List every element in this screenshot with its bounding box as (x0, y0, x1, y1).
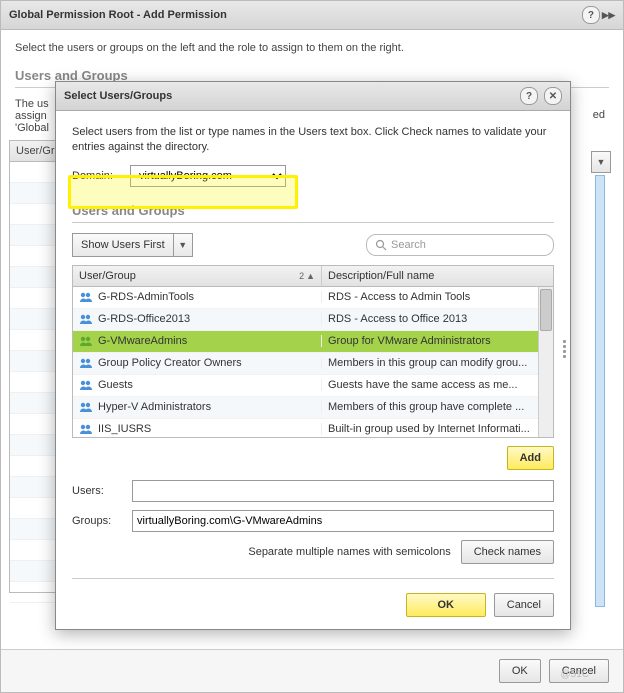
watermark: @51C (561, 669, 590, 680)
parent-dialog-title: Global Permission Root - Add Permission (9, 9, 227, 21)
truncated-text-right: ed (593, 109, 605, 121)
row-name: IIS_IUSRS (98, 423, 151, 435)
table-row[interactable]: Hyper-V Administrators Members of this gr… (73, 397, 553, 419)
dialog-instruction: Select users from the list or type names… (72, 125, 554, 155)
right-role-panel: ▼ (591, 151, 609, 611)
help-icon[interactable]: ? (582, 6, 600, 24)
row-description: Members in this group can modify grou... (322, 357, 553, 369)
table-row[interactable]: G-RDS-AdminTools RDS - Access to Admin To… (73, 287, 553, 309)
table-row[interactable]: G-RDS-Office2013 RDS - Access to Office 2… (73, 309, 553, 331)
group-icon (79, 335, 93, 347)
row-name: Group Policy Creator Owners (98, 357, 242, 369)
select-users-groups-dialog: Select Users/Groups ? ✕ Select users fro… (55, 81, 571, 630)
row-description: RDS - Access to Office 2013 (322, 313, 553, 325)
domain-label: Domain: (72, 170, 120, 182)
group-icon (79, 357, 93, 369)
dialog-title: Select Users/Groups (64, 90, 172, 102)
row-name: G-RDS-Office2013 (98, 313, 190, 325)
table-row[interactable]: G-VMwareAdmins Group for VMware Administr… (73, 331, 553, 353)
group-icon (79, 423, 93, 435)
parent-instruction: Select the users or groups on the left a… (15, 42, 609, 54)
search-icon (375, 239, 387, 251)
grid-resize-handle[interactable] (558, 334, 570, 364)
users-field[interactable] (132, 480, 554, 502)
section-title: Users and Groups (72, 203, 554, 218)
groups-field[interactable] (132, 510, 554, 532)
column-header-user-group[interactable]: User/Group 2 ▲ (73, 266, 322, 286)
row-name: G-RDS-AdminTools (98, 291, 194, 303)
cancel-button[interactable]: Cancel (494, 593, 554, 617)
row-description: Members of this group have complete ... (322, 401, 553, 413)
separate-hint: Separate multiple names with semicolons (248, 546, 450, 558)
domain-select[interactable]: virtuallyBoring.com (130, 165, 286, 187)
row-name: G-VMwareAdmins (98, 335, 187, 347)
group-icon (79, 313, 93, 325)
users-label: Users: (72, 485, 132, 497)
row-description: Group for VMware Administrators (322, 335, 553, 347)
table-row[interactable]: IIS_IUSRS Built-in group used by Internet… (73, 419, 553, 437)
group-icon (79, 401, 93, 413)
check-names-button[interactable]: Check names (461, 540, 554, 564)
users-groups-grid: User/Group 2 ▲ Description/Full name G-R… (72, 265, 554, 438)
show-filter-dropdown[interactable]: Show Users First ▼ (72, 233, 193, 257)
parent-dialog-header: Global Permission Root - Add Permission … (1, 1, 623, 30)
column-header-description[interactable]: Description/Full name (322, 266, 553, 286)
scrollbar[interactable] (538, 287, 553, 437)
help-icon[interactable]: ? (520, 87, 538, 105)
close-icon[interactable]: ✕ (544, 87, 562, 105)
table-row[interactable]: Guests Guests have the same access as me.… (73, 375, 553, 397)
group-icon (79, 291, 93, 303)
parent-ok-button[interactable]: OK (499, 659, 541, 683)
row-name: Hyper-V Administrators (98, 401, 211, 413)
table-row[interactable]: Group Policy Creator Owners Members in th… (73, 353, 553, 375)
ok-button[interactable]: OK (406, 593, 486, 617)
row-description: RDS - Access to Admin Tools (322, 291, 553, 303)
group-icon (79, 379, 93, 391)
parent-footer: OK Cancel @51C (1, 649, 623, 692)
groups-label: Groups: (72, 515, 132, 527)
row-description: Guests have the same access as me... (322, 379, 553, 391)
role-dropdown[interactable]: ▼ (591, 151, 611, 173)
add-selected-button[interactable]: Add (507, 446, 554, 470)
row-name: Guests (98, 379, 133, 391)
expand-icon[interactable]: ▸▸ (600, 7, 615, 23)
row-description: Built-in group used by Internet Informat… (322, 423, 553, 435)
search-input[interactable]: Search (366, 234, 554, 256)
